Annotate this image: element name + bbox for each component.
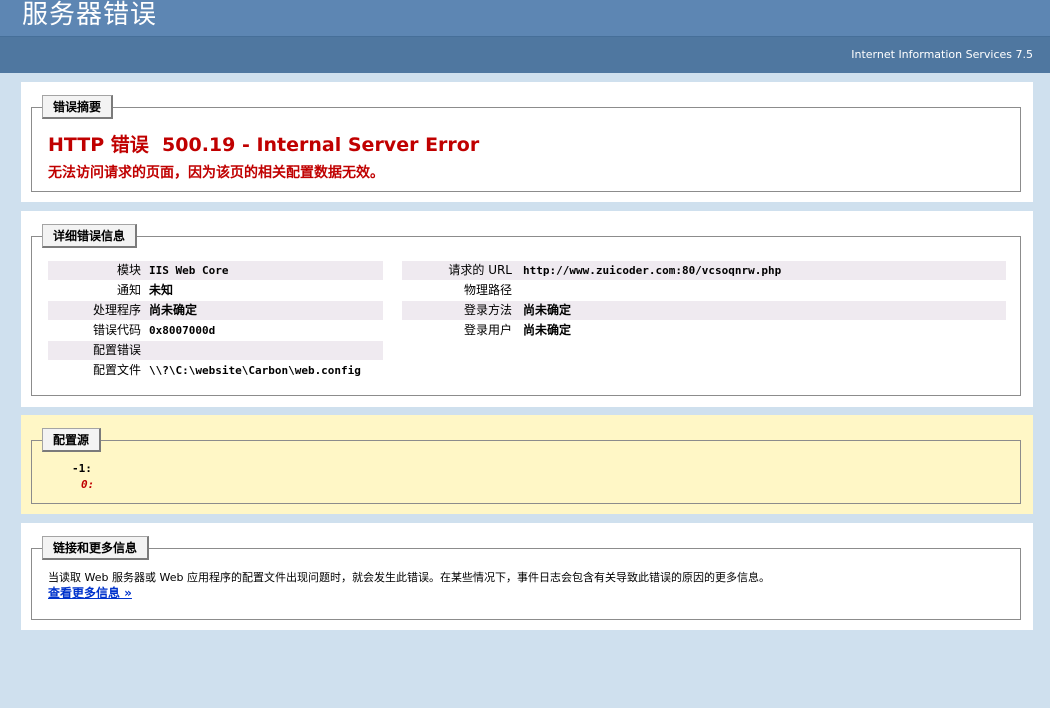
detail-row-module: 模块 IIS Web Core xyxy=(48,261,383,280)
page-title: 服务器错误 xyxy=(22,0,158,30)
detail-legend: 详细错误信息 xyxy=(42,224,138,248)
summary-section: 错误摘要 HTTP 错误 500.19 - Internal Server Er… xyxy=(21,82,1033,202)
detail-row-url: 请求的 URL http://www.zuicoder.com:80/vcsoq… xyxy=(402,261,1006,280)
detail-row-config-file: 配置文件 \\?\C:\website\Carbon\web.config xyxy=(92,363,361,377)
summary-legend: 错误摘要 xyxy=(42,95,114,119)
error-description: 无法访问请求的页面，因为该页的相关配置数据无效。 xyxy=(48,165,384,181)
config-line-highlight: 0: xyxy=(81,478,95,491)
detail-row-logon-user: 登录用户 尚未确定 xyxy=(463,323,572,337)
detail-section: 详细错误信息 模块 IIS Web Core 通知 未知 处理程序 尚未确定 错… xyxy=(21,211,1033,407)
error-title: HTTP 错误 500.19 - Internal Server Error xyxy=(48,134,480,156)
detail-row-logon-method: 登录方法 尚未确定 xyxy=(402,301,1006,320)
more-info-section: 链接和更多信息 当读取 Web 服务器或 Web 应用程序的配置文件出现问题时，… xyxy=(21,523,1033,630)
page-header: 服务器错误 xyxy=(0,0,1050,37)
detail-row-error-code: 错误代码 0x8007000d xyxy=(92,323,216,337)
more-info-legend: 链接和更多信息 xyxy=(42,536,150,560)
config-source-fieldset: 配置源 -1: 0: xyxy=(31,428,1021,504)
detail-row-physical-path: 物理路径 xyxy=(463,283,512,297)
detail-row-config-error: 配置错误 xyxy=(48,341,383,360)
view-more-info-link[interactable]: 查看更多信息 » xyxy=(48,584,132,601)
page-subheader: Internet Information Services 7.5 xyxy=(0,37,1050,73)
detail-fieldset: 详细错误信息 模块 IIS Web Core 通知 未知 处理程序 尚未确定 错… xyxy=(31,224,1021,396)
config-line: -1: xyxy=(72,462,92,475)
config-source-legend: 配置源 xyxy=(42,428,102,452)
config-source-section: 配置源 -1: 0: xyxy=(21,415,1033,514)
iis-version: Internet Information Services 7.5 xyxy=(851,48,1033,61)
more-info-fieldset: 链接和更多信息 当读取 Web 服务器或 Web 应用程序的配置文件出现问题时，… xyxy=(31,536,1021,620)
detail-row-handler: 处理程序 尚未确定 xyxy=(48,301,383,320)
summary-fieldset: 错误摘要 HTTP 错误 500.19 - Internal Server Er… xyxy=(31,95,1021,192)
detail-row-notification: 通知 未知 xyxy=(116,283,174,297)
more-info-text: 当读取 Web 服务器或 Web 应用程序的配置文件出现问题时，就会发生此错误。… xyxy=(48,571,770,584)
